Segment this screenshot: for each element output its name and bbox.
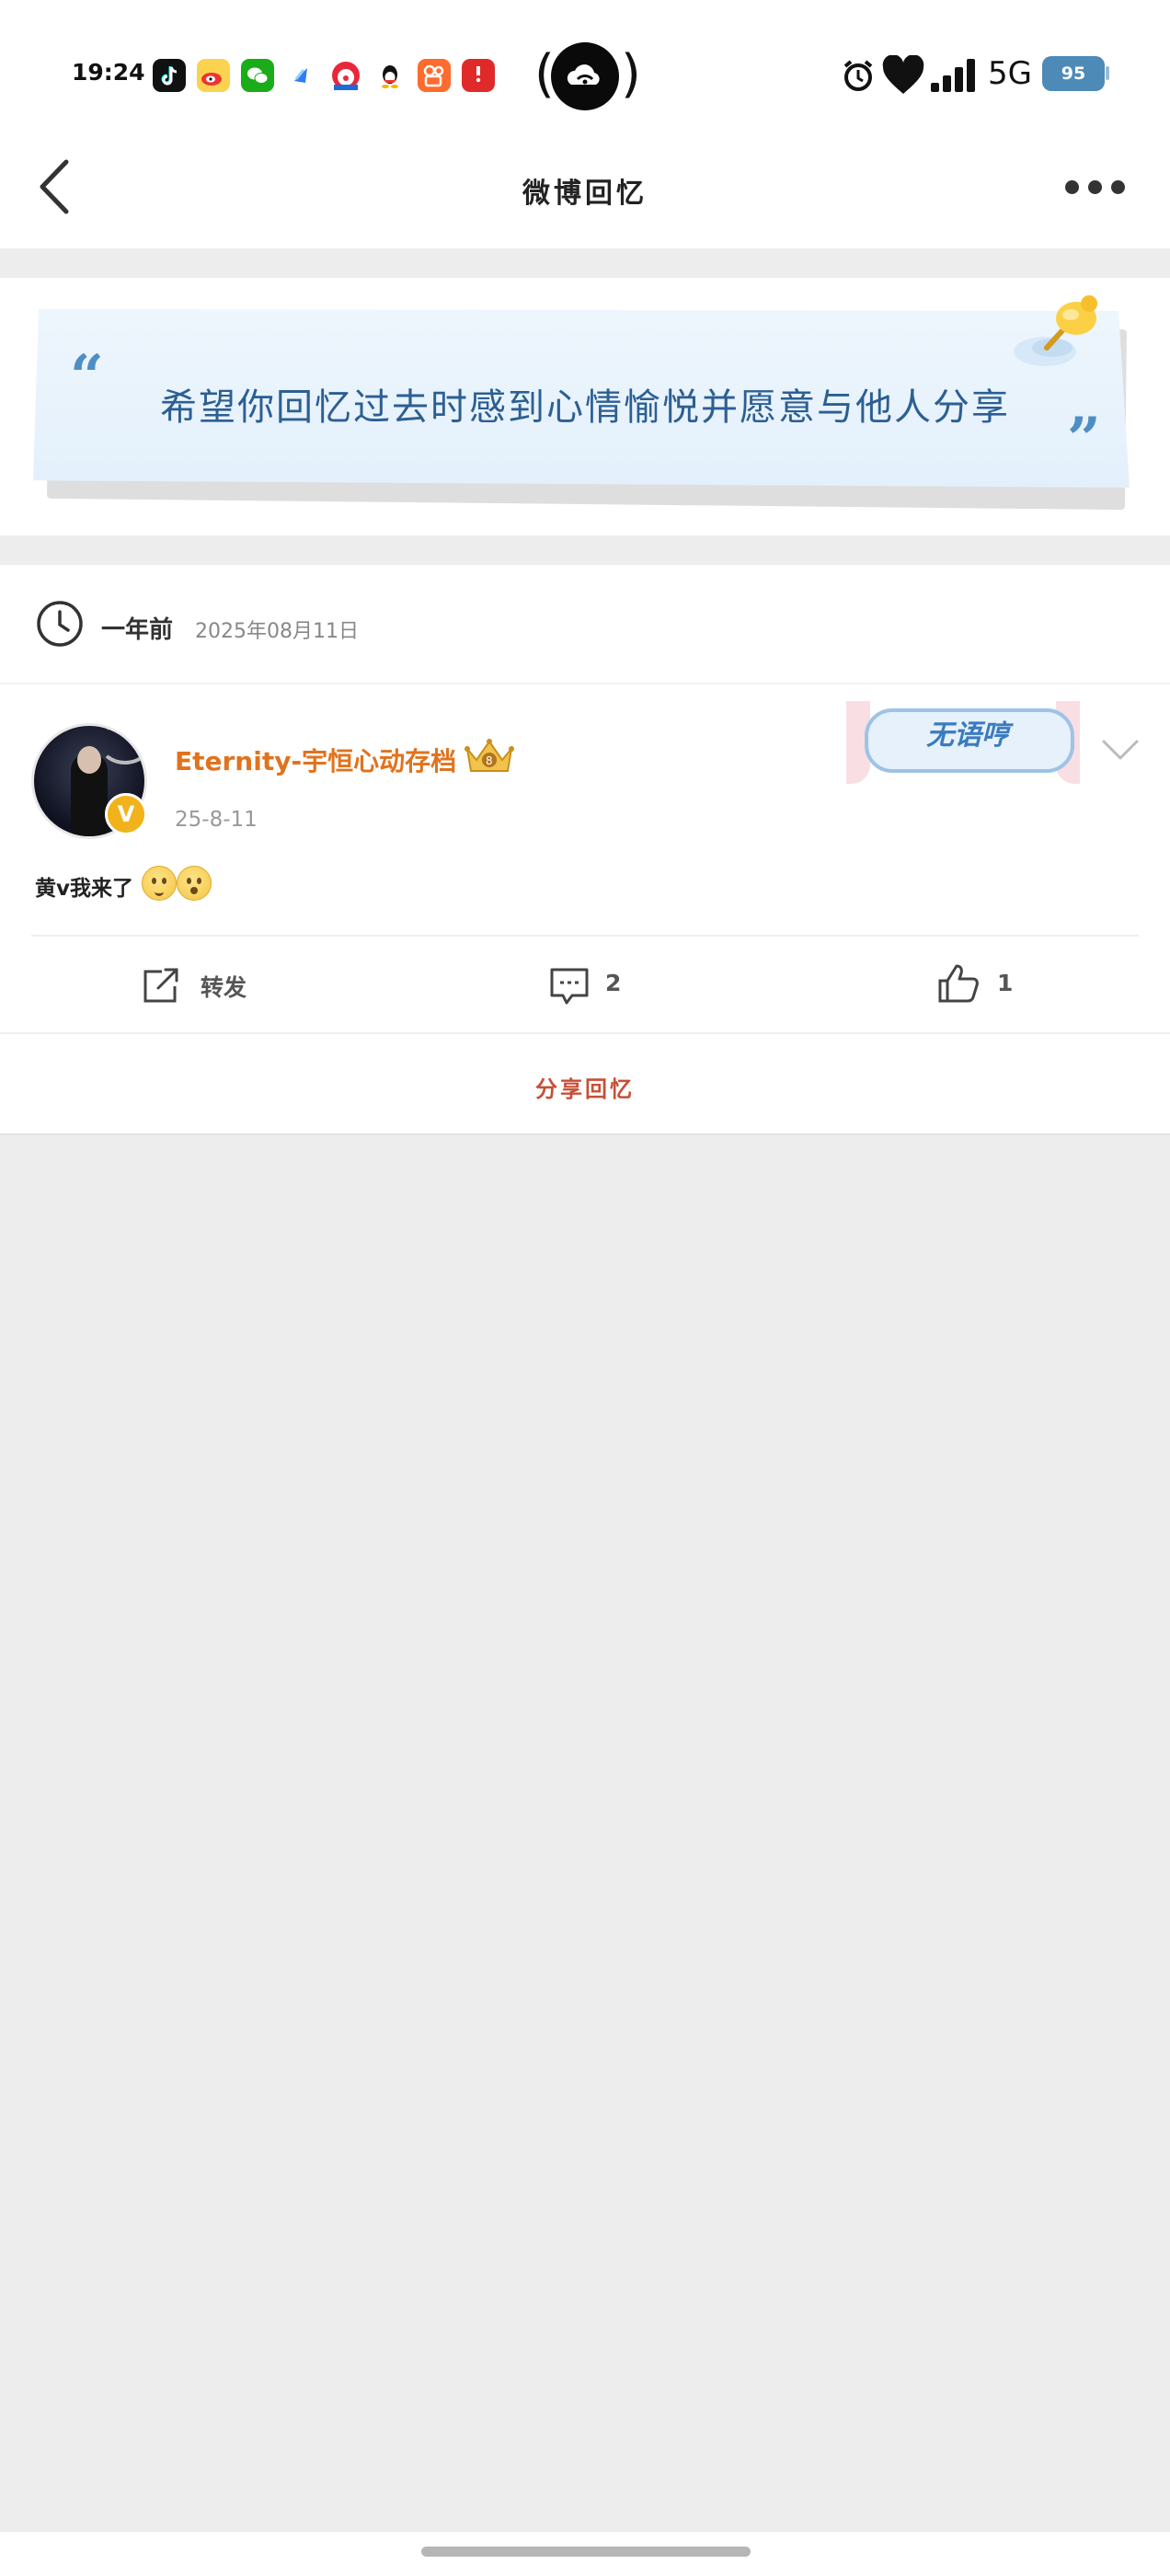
thumbs-up-icon [938,964,979,1003]
post-separator [31,935,1139,937]
speechless-emoji-icon [177,866,212,901]
username[interactable]: Eternity-宇恒心动存档 [175,742,456,778]
post-text: 黄v我来了 [35,877,133,901]
comment-button[interactable]: 2 [545,957,637,1012]
smile-emoji-icon [142,866,177,901]
decoration-sticker[interactable]: 无语哼 [846,701,1085,784]
pushpin-icon [1014,295,1097,366]
clown-app-icon [329,59,362,92]
banner-text: 希望你回忆过去时感到心情愉悦并愿意与他人分享 [160,386,1010,429]
share-divider [0,1032,1170,1034]
svg-text:8: 8 [486,754,493,767]
repost-label: 转发 [201,974,247,1001]
battery-level: 95 [1042,56,1105,91]
chevron-down-icon[interactable] [1100,736,1141,764]
memory-ago: 一年前 [101,616,174,644]
post-date: 25-8-11 [175,808,258,832]
kuaishou-icon [418,59,451,92]
comment-count: 2 [605,970,622,996]
home-indicator[interactable] [421,2547,751,2557]
divider [0,683,1170,684]
browser-icon [285,59,318,92]
cloud-wifi-icon [567,64,600,85]
battery-tip [1106,66,1109,80]
more-options-icon[interactable] [1065,180,1126,195]
share-memory-button[interactable]: 分享回忆 [0,1071,1170,1103]
wechat-icon [241,59,274,92]
repost-button[interactable]: 转发 [138,957,267,1012]
memory-date: 2025年08月11日 [195,620,359,643]
page-title: 微博回忆 [522,178,648,210]
like-count: 1 [997,970,1014,996]
share-out-icon [143,968,178,1003]
clock-icon [37,601,83,647]
quote-close-mark: ” [1067,405,1101,474]
crown-badge-icon[interactable]: 8 [462,732,517,778]
alarm-icon [843,60,873,91]
hotspot-indicator: ( ) [534,35,641,120]
network-type: 5G [988,55,1032,92]
qq-icon [373,59,407,92]
sticker-text: 无语哼 [926,719,1009,752]
verified-badge: V [105,793,147,835]
tiktok-icon [153,59,186,92]
heart-icon [882,55,924,94]
like-button[interactable]: 1 [935,957,1027,1012]
red-app-icon [462,59,495,92]
memory-time-row [0,565,1170,683]
status-time: 19:24 [72,59,145,86]
signal-icon [931,59,975,92]
comment-icon [550,968,589,1005]
card-bottom-border [0,1133,1170,1135]
weibo-icon [197,59,230,92]
